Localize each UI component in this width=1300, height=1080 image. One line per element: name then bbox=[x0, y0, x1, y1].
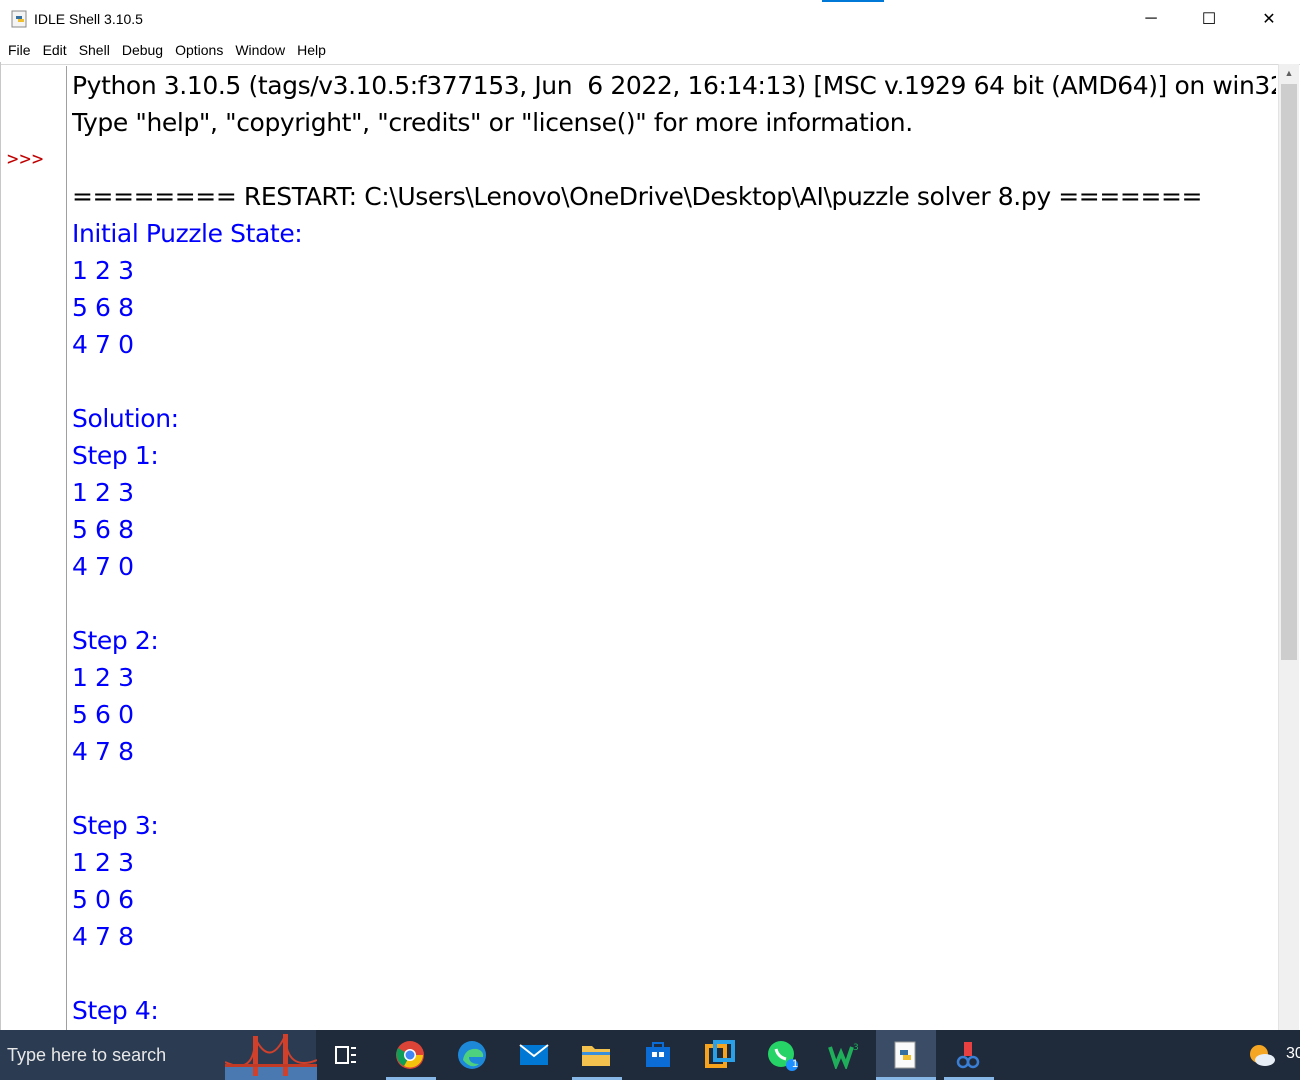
menu-debug[interactable]: Debug bbox=[116, 38, 169, 62]
menu-file[interactable]: File bbox=[2, 38, 37, 62]
taskbar: Type here to search 1 3 30 bbox=[0, 1030, 1300, 1080]
svg-text:3: 3 bbox=[853, 1043, 859, 1053]
mail-icon[interactable] bbox=[518, 1039, 550, 1071]
shell-line: Step 3: bbox=[72, 811, 159, 840]
shell-line: 1 2 3 bbox=[72, 663, 134, 692]
window-edge bbox=[0, 62, 1, 1030]
menu-help[interactable]: Help bbox=[291, 38, 332, 62]
shell-line: 5 6 0 bbox=[72, 700, 134, 729]
shell-line: Step 1: bbox=[72, 441, 159, 470]
shell-line: 5 0 6 bbox=[72, 885, 134, 914]
taskbar-search[interactable]: Type here to search bbox=[0, 1030, 317, 1080]
scroll-thumb[interactable] bbox=[1281, 84, 1297, 660]
word-addin-icon[interactable]: 3 bbox=[828, 1039, 860, 1071]
weather-icon[interactable] bbox=[1246, 1039, 1278, 1071]
vertical-scrollbar[interactable]: ▲ bbox=[1278, 64, 1299, 1030]
menu-shell[interactable]: Shell bbox=[73, 38, 116, 62]
prompt-gutter bbox=[2, 66, 66, 1030]
shell-line: Step 2: bbox=[72, 626, 159, 655]
window-title: IDLE Shell 3.10.5 bbox=[34, 11, 143, 27]
shell-line: 5 6 8 bbox=[72, 515, 134, 544]
shell-line: 5 6 8 bbox=[72, 293, 134, 322]
whatsapp-badge: 1 bbox=[791, 1058, 799, 1070]
scroll-up-arrow-icon[interactable]: ▲ bbox=[1279, 64, 1299, 82]
file-explorer-icon[interactable] bbox=[580, 1039, 612, 1071]
weather-temperature: 30 bbox=[1286, 1045, 1300, 1062]
idle-icon[interactable] bbox=[890, 1039, 922, 1071]
frame-divider bbox=[0, 64, 1300, 65]
task-view-icon[interactable] bbox=[330, 1039, 362, 1071]
shell-line: Solution: bbox=[72, 404, 179, 433]
shell-line: Initial Puzzle State: bbox=[72, 219, 303, 248]
bridge-decoration-icon bbox=[225, 1034, 317, 1080]
shell-line: 1 2 3 bbox=[72, 478, 134, 507]
maximize-button[interactable]: ☐ bbox=[1180, 0, 1238, 38]
shell-line: 4 7 0 bbox=[72, 552, 134, 581]
shell-line: 4 7 0 bbox=[72, 330, 134, 359]
snipping-tool-icon[interactable] bbox=[952, 1039, 984, 1071]
shell-line: 4 7 8 bbox=[72, 922, 134, 951]
shell-line: 1 2 3 bbox=[72, 848, 134, 877]
shell-prompt: >>> bbox=[7, 148, 45, 170]
menu-options[interactable]: Options bbox=[169, 38, 229, 62]
shell-output[interactable]: Python 3.10.5 (tags/v3.10.5:f377153, Jun… bbox=[72, 67, 1276, 1030]
shell-line: 4 7 8 bbox=[72, 737, 134, 766]
menu-bar: File Edit Shell Debug Options Window Hel… bbox=[0, 38, 1300, 62]
shell-line: ======== RESTART: C:\Users\Lenovo\OneDri… bbox=[72, 182, 1203, 211]
shell-line: Python 3.10.5 (tags/v3.10.5:f377153, Jun… bbox=[72, 71, 1276, 100]
minimize-button[interactable]: ─ bbox=[1122, 0, 1180, 38]
gutter-divider bbox=[66, 66, 67, 1030]
shell-line: Type "help", "copyright", "credits" or "… bbox=[72, 108, 913, 137]
menu-window[interactable]: Window bbox=[229, 38, 291, 62]
title-bar: IDLE Shell 3.10.5 ─ ☐ ✕ bbox=[0, 0, 1300, 38]
store-icon[interactable] bbox=[642, 1039, 674, 1071]
menu-edit[interactable]: Edit bbox=[37, 38, 73, 62]
title-accent bbox=[822, 0, 884, 2]
office-icon[interactable] bbox=[704, 1039, 736, 1071]
edge-icon[interactable] bbox=[456, 1039, 488, 1071]
shell-line: Step 4: bbox=[72, 996, 159, 1025]
chrome-icon[interactable] bbox=[394, 1039, 426, 1071]
shell-line: 1 2 3 bbox=[72, 256, 134, 285]
close-button[interactable]: ✕ bbox=[1240, 0, 1298, 38]
search-placeholder: Type here to search bbox=[7, 1045, 167, 1065]
python-idle-icon[interactable] bbox=[11, 10, 29, 28]
